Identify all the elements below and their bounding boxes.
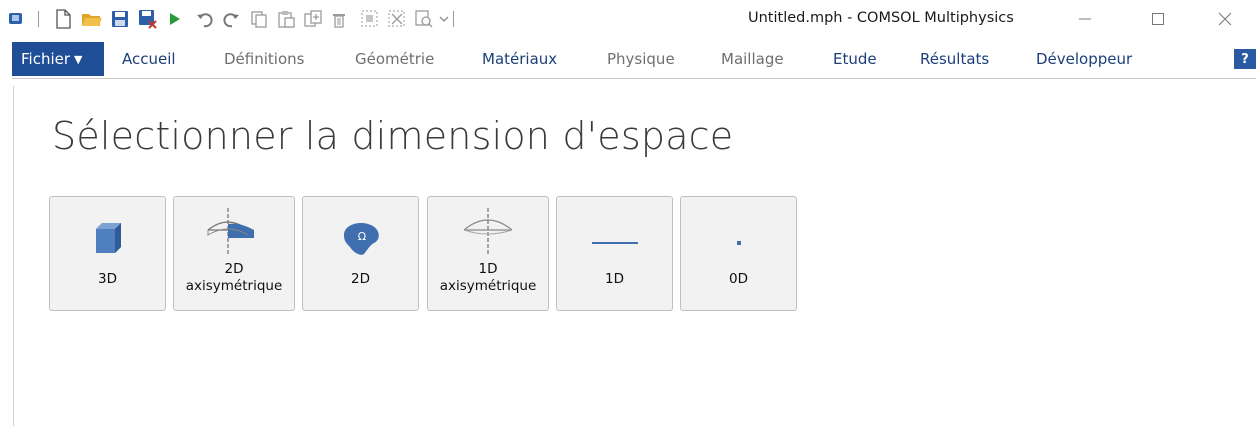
dimension-label: 3D [98, 271, 117, 287]
close-button[interactable] [1205, 6, 1245, 32]
redo-icon[interactable] [222, 8, 240, 30]
dimension-2d-axisymmetric-button[interactable]: 2D axisymétrique [173, 196, 295, 311]
deselect-icon[interactable] [388, 8, 406, 30]
maximize-button[interactable] [1138, 6, 1178, 32]
new-file-icon[interactable] [54, 8, 72, 30]
tab-label: Matériaux [482, 50, 558, 68]
tab-resultats[interactable]: Résultats [920, 42, 989, 76]
duplicate-icon[interactable] [304, 8, 322, 30]
app-logo-icon[interactable] [8, 8, 24, 30]
toolbar-separator [453, 11, 454, 27]
point-icon [681, 219, 796, 259]
select-box-icon[interactable] [361, 8, 379, 30]
axisymmetric-2d-icon [174, 208, 294, 254]
open-folder-icon[interactable] [81, 8, 103, 30]
tab-label: Physique [607, 50, 675, 68]
tab-label: Accueil [122, 50, 176, 68]
line-segment-icon [557, 219, 672, 259]
dimension-2d-button[interactable]: Ω 2D [302, 196, 419, 311]
title-bar: Untitled.mph - COMSOL Multiphysics [0, 0, 1256, 38]
dimension-label: 1D [605, 271, 624, 287]
dimension-3d-button[interactable]: 3D [49, 196, 166, 311]
paste-icon[interactable] [277, 8, 295, 30]
tab-label: Résultats [920, 50, 990, 68]
run-icon[interactable] [168, 8, 182, 30]
dimension-label: 2D axisymétrique [185, 261, 283, 294]
tab-maillage[interactable]: Maillage [721, 42, 784, 76]
dimension-0d-button[interactable]: 0D [680, 196, 797, 311]
tab-physique[interactable]: Physique [607, 42, 675, 76]
dimension-1d-button[interactable]: 1D [556, 196, 673, 311]
svg-text:Ω: Ω [357, 230, 365, 243]
tab-label: Géométrie [355, 50, 435, 68]
help-button[interactable]: ? [1234, 49, 1256, 69]
tab-label: Définitions [224, 50, 305, 68]
caret-down-icon: ▼ [74, 52, 83, 66]
tab-developpeur[interactable]: Développeur [1036, 42, 1132, 76]
dimension-label: 1D axisymétrique [439, 261, 537, 294]
close-icon [1218, 12, 1232, 26]
window-title: Untitled.mph - COMSOL Multiphysics [748, 10, 1014, 26]
tab-label: Développeur [1036, 50, 1133, 68]
find-icon[interactable] [415, 8, 433, 30]
tab-materiaux[interactable]: Matériaux [482, 42, 557, 76]
page-title: Sélectionner la dimension d'espace [52, 114, 734, 158]
dropdown-arrow-icon[interactable] [439, 8, 449, 30]
minimize-icon [1079, 18, 1091, 20]
tab-label: Maillage [721, 50, 784, 68]
model-wizard-panel: Sélectionner la dimension d'espace 3D 2D… [13, 86, 1256, 426]
omega-domain-icon: Ω [303, 219, 418, 259]
dimension-label: 0D [729, 271, 748, 287]
save-as-icon[interactable] [138, 8, 158, 30]
tab-etude[interactable]: Etude [833, 42, 877, 76]
dimension-label: 2D [351, 271, 370, 287]
copy-icon[interactable] [250, 8, 268, 30]
undo-icon[interactable] [196, 8, 214, 30]
save-icon[interactable] [111, 8, 129, 30]
file-menu-button[interactable]: Fichier ▼ [12, 42, 104, 76]
cube-icon [50, 219, 165, 259]
ribbon-tabs: Fichier ▼ Accueil Définitions Géométrie … [12, 42, 1256, 79]
minimize-button[interactable] [1065, 6, 1105, 32]
file-menu-label: Fichier [21, 50, 71, 68]
dimension-1d-axisymmetric-button[interactable]: 1D axisymétrique [427, 196, 549, 311]
axisymmetric-1d-icon [428, 208, 548, 254]
tab-definitions[interactable]: Définitions [224, 42, 304, 76]
maximize-icon [1152, 13, 1164, 25]
tab-label: Etude [833, 50, 877, 68]
tab-accueil[interactable]: Accueil [122, 42, 176, 76]
delete-icon[interactable] [331, 8, 347, 30]
toolbar-separator [38, 11, 39, 27]
tab-geometrie[interactable]: Géométrie [355, 42, 434, 76]
